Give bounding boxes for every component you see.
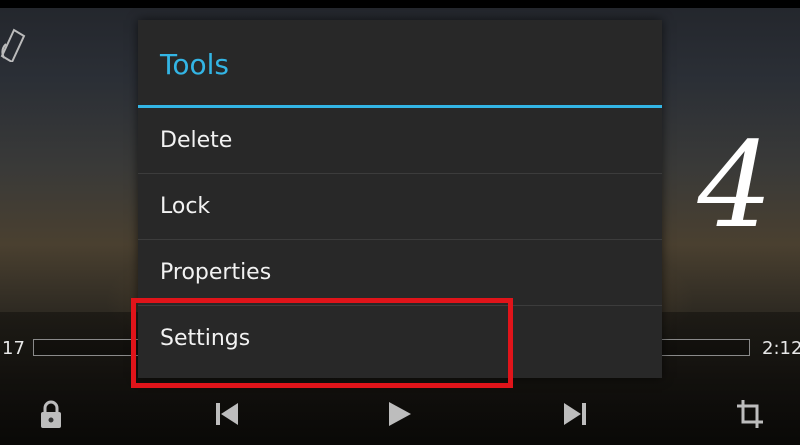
time-elapsed: 17: [2, 338, 25, 359]
menu-item-properties[interactable]: Properties: [138, 240, 662, 306]
menu-item-settings[interactable]: Settings: [138, 306, 662, 372]
time-total: 2:12: [762, 338, 800, 359]
status-bar: [0, 0, 800, 8]
skip-previous-icon[interactable]: [212, 398, 242, 430]
menu-item-delete[interactable]: Delete: [138, 108, 662, 174]
play-icon[interactable]: [384, 398, 414, 430]
lock-icon[interactable]: [36, 398, 66, 430]
tools-dialog: Tools Delete Lock Properties Settings: [138, 20, 662, 378]
step-number: 4: [697, 116, 773, 254]
skip-next-icon[interactable]: [560, 398, 590, 430]
dialog-title: Tools: [138, 20, 662, 108]
menu-item-lock[interactable]: Lock: [138, 174, 662, 240]
crop-icon[interactable]: [735, 398, 765, 430]
rotate-icon[interactable]: [0, 22, 30, 64]
